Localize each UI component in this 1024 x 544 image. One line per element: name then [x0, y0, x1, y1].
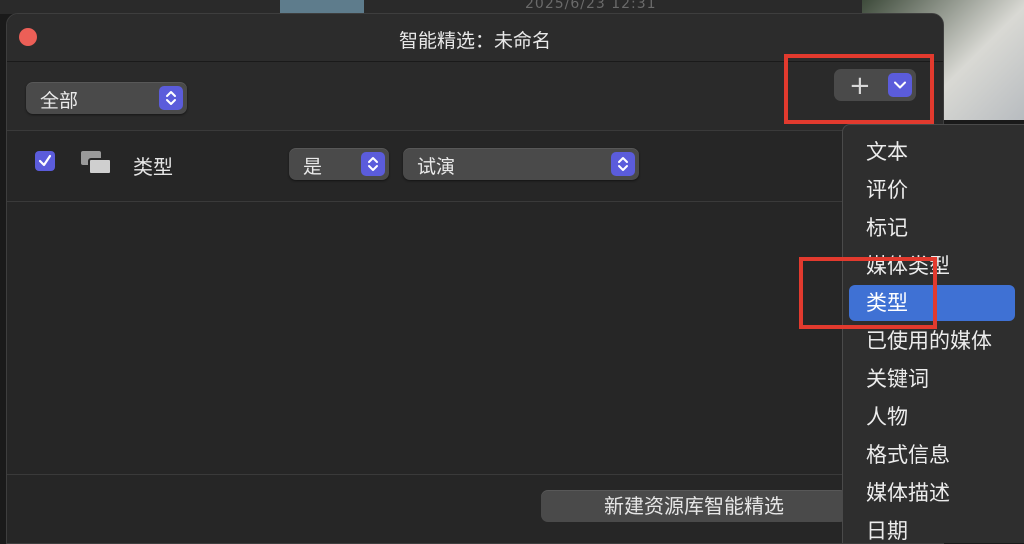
menu-item-date[interactable]: 日期 — [849, 513, 1015, 543]
match-popup[interactable]: 全部 — [26, 82, 187, 114]
rule-value-popup[interactable]: 试演 — [403, 148, 639, 180]
updown-arrows-icon — [159, 86, 183, 110]
rule-operator-popup[interactable]: 是 — [289, 148, 389, 180]
rule-row: 类型 是 试演 — [7, 131, 943, 202]
updown-arrows-icon — [361, 152, 385, 176]
menu-item-marker[interactable]: 标记 — [849, 210, 1015, 246]
menu-item-rating[interactable]: 评价 — [849, 172, 1015, 208]
rule-value-text: 试演 — [417, 156, 456, 178]
clip-type-icon — [80, 149, 114, 177]
rule-type-menu: 文本 评价 标记 媒体类型 类型 已使用的媒体 关键词 人物 格式信息 媒体描述… — [842, 124, 1024, 543]
match-popup-value: 全部 — [40, 90, 79, 112]
highlight-box-type-item — [799, 257, 937, 329]
updown-arrows-icon — [611, 152, 635, 176]
footer-divider — [7, 474, 943, 475]
menu-item-format-info[interactable]: 格式信息 — [849, 437, 1015, 473]
menu-item-text[interactable]: 文本 — [849, 134, 1015, 170]
new-smart-collection-button[interactable]: 新建资源库智能精选 — [541, 490, 847, 522]
background-timestamp: 2025/6/23 12:31 — [525, 0, 657, 12]
background-thumbnail — [280, 0, 364, 14]
dialog-title: 智能精选：未命名 — [398, 30, 551, 52]
highlight-box-add-button — [784, 54, 934, 124]
menu-item-keywords[interactable]: 关键词 — [849, 361, 1015, 397]
menu-item-people[interactable]: 人物 — [849, 399, 1015, 435]
rule-operator-value: 是 — [303, 156, 323, 178]
rule-enabled-checkbox[interactable] — [35, 151, 55, 171]
rule-field-label: 类型 — [133, 155, 173, 179]
menu-item-media-description[interactable]: 媒体描述 — [849, 475, 1015, 511]
